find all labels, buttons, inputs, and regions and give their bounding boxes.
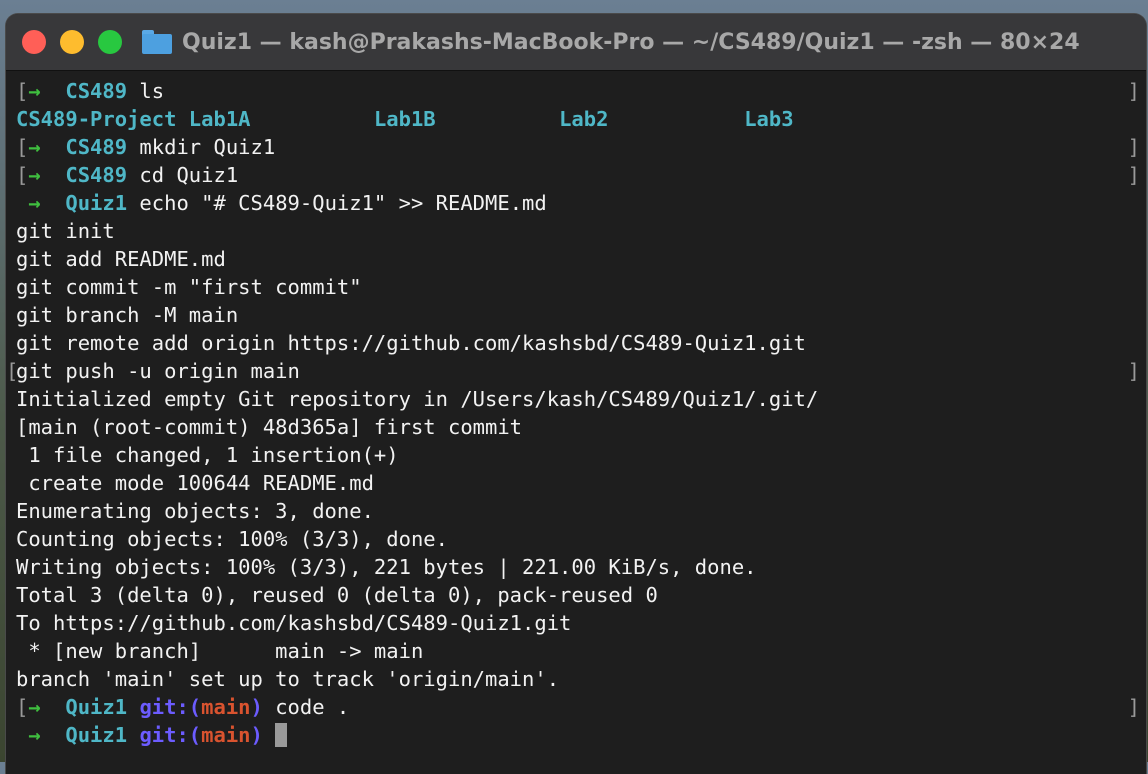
line-mark-left: [ <box>16 135 29 159</box>
prompt-directory: Quiz1 <box>65 191 128 215</box>
git-label: git:( <box>139 695 202 719</box>
command-text: ls <box>127 79 165 103</box>
output-line: git commit -m "first commit" <box>16 275 362 299</box>
minimize-button[interactable] <box>60 30 84 54</box>
output-line-marked: [git push -u origin main] <box>6 357 1146 385</box>
line-mark-right: ] <box>1127 135 1140 159</box>
output-line: git branch -M main <box>16 303 239 327</box>
prompt-arrow-icon: → <box>28 163 41 187</box>
line-mark-right: ] <box>1127 359 1140 383</box>
prompt-directory: CS489 <box>65 135 128 159</box>
prompt-directory: CS489 <box>65 163 128 187</box>
ls-entry: Lab3 <box>744 107 794 131</box>
output-line: Counting objects: 100% (3/3), done. <box>16 527 448 551</box>
git-label-close: ) <box>250 723 263 747</box>
terminal-content[interactable]: [→ CS489 ls] CS489-Project Lab1A Lab1B L… <box>6 71 1146 774</box>
prompt-line: [→ CS489 ls] <box>16 77 1146 105</box>
prompt-arrow-icon: → <box>28 79 41 103</box>
output-line: branch 'main' set up to track 'origin/ma… <box>16 667 560 691</box>
git-branch: main <box>201 723 251 747</box>
ls-entry: Lab2 <box>559 107 609 131</box>
command-text: cd Quiz1 <box>127 163 239 187</box>
line-mark-left: [ <box>6 359 19 383</box>
active-prompt-line[interactable]: → Quiz1 git:(main) <box>16 721 1146 749</box>
output-line: Initialized empty Git repository in /Use… <box>16 387 819 411</box>
ls-output-line: CS489-Project Lab1A Lab1B Lab2 Lab3 <box>16 105 1146 133</box>
output-line: git add README.md <box>16 247 226 271</box>
line-mark-right: ] <box>1127 79 1140 103</box>
git-label-close: ) <box>250 695 263 719</box>
output-line: 1 file changed, 1 insertion(+) <box>16 443 399 467</box>
text-cursor <box>275 723 288 747</box>
window-title: Quiz1 — kash@Prakashs-MacBook-Pro — ~/CS… <box>182 29 1080 55</box>
output-line: Total 3 (delta 0), reused 0 (delta 0), p… <box>16 583 658 607</box>
prompt-arrow-icon: → <box>28 723 41 747</box>
prompt-directory: Quiz1 <box>65 723 128 747</box>
prompt-arrow-icon: → <box>28 191 41 215</box>
terminal-window: Quiz1 — kash@Prakashs-MacBook-Pro — ~/CS… <box>6 14 1146 774</box>
folder-icon <box>142 30 172 54</box>
command-input[interactable] <box>263 723 275 747</box>
command-text: echo "# CS489-Quiz1" >> README.md <box>127 191 547 215</box>
prompt-arrow-icon: → <box>28 135 41 159</box>
ls-entry: Lab1A <box>188 107 251 131</box>
command-text: mkdir Quiz1 <box>127 135 276 159</box>
line-mark-left: [ <box>16 79 29 103</box>
title-group: Quiz1 — kash@Prakashs-MacBook-Pro — ~/CS… <box>142 14 1080 70</box>
title-bar[interactable]: Quiz1 — kash@Prakashs-MacBook-Pro — ~/CS… <box>6 14 1146 71</box>
output-text: git push -u origin main <box>16 359 300 383</box>
close-button[interactable] <box>22 30 46 54</box>
git-branch: main <box>201 695 251 719</box>
prompt-line: [→ CS489 cd Quiz1] <box>16 161 1146 189</box>
line-mark-right: ] <box>1127 695 1140 719</box>
ls-entry: Lab1B <box>373 107 436 131</box>
zoom-button[interactable] <box>98 30 122 54</box>
output-line: To https://github.com/kashsbd/CS489-Quiz… <box>16 611 572 635</box>
command-text: code . <box>262 695 350 719</box>
git-label: git:( <box>139 723 202 747</box>
prompt-line: [→ CS489 mkdir Quiz1] <box>16 133 1146 161</box>
output-line: Enumerating objects: 3, done. <box>16 499 374 523</box>
prompt-directory: Quiz1 <box>65 695 128 719</box>
output-line: git init <box>16 219 115 243</box>
ls-entry: CS489-Project <box>16 107 177 131</box>
output-line: * [new branch] main -> main <box>16 639 424 663</box>
prompt-arrow-icon: → <box>28 695 41 719</box>
output-line: [main (root-commit) 48d365a] first commi… <box>16 415 523 439</box>
prompt-line: [→ Quiz1 git:(main) code .] <box>16 693 1146 721</box>
output-line: Writing objects: 100% (3/3), 221 bytes |… <box>16 555 757 579</box>
line-mark-right: ] <box>1127 163 1140 187</box>
output-line: create mode 100644 README.md <box>16 471 374 495</box>
line-mark-left: [ <box>16 163 29 187</box>
prompt-line: → Quiz1 echo "# CS489-Quiz1" >> README.m… <box>16 189 1146 217</box>
window-controls <box>22 14 122 70</box>
line-mark-left: [ <box>16 695 29 719</box>
output-line: git remote add origin https://github.com… <box>16 331 806 355</box>
prompt-directory: CS489 <box>65 79 128 103</box>
